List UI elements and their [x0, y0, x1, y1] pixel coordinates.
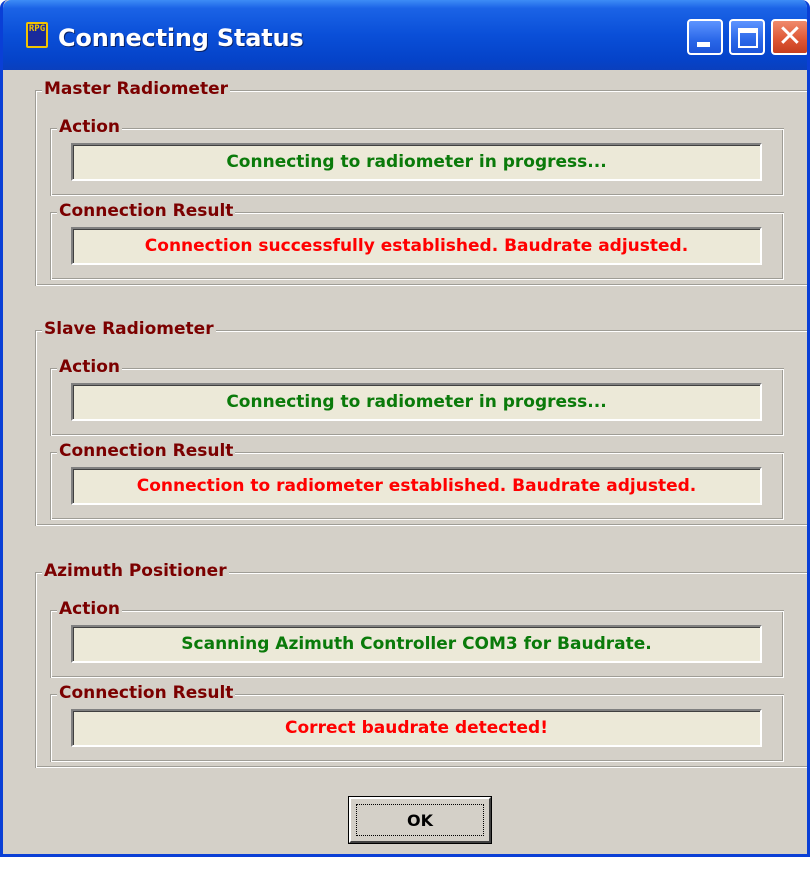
group-azimuth-positioner: Azimuth Positioner Action Scanning Azimu… [35, 561, 807, 768]
app-icon: RPG [26, 22, 48, 48]
connection-result-group: Connection Result Connection to radiomet… [50, 441, 784, 520]
window-title: Connecting Status [58, 24, 304, 52]
action-label: Action [57, 117, 122, 137]
connection-result-label: Connection Result [57, 441, 236, 461]
action-status-field: Connecting to radiometer in progress... [71, 143, 762, 181]
close-button[interactable]: ✕ [771, 19, 807, 55]
action-label: Action [57, 599, 122, 619]
action-group: Action Connecting to radiometer in progr… [50, 357, 784, 436]
connection-result-field: Connection successfully established. Bau… [71, 227, 762, 265]
action-group: Action Scanning Azimuth Controller COM3 … [50, 599, 784, 678]
action-status-field: Connecting to radiometer in progress... [71, 383, 762, 421]
maximize-button[interactable] [729, 19, 765, 55]
title-bar[interactable]: RPG Connecting Status ✕ [3, 0, 807, 70]
group-label: Azimuth Positioner [42, 561, 229, 581]
maximize-icon [738, 28, 758, 48]
group-label: Master Radiometer [42, 79, 230, 99]
ok-button-label: OK [356, 804, 484, 836]
connection-result-group: Connection Result Correct baudrate detec… [50, 683, 784, 762]
group-master-radiometer: Master Radiometer Action Connecting to r… [35, 79, 807, 286]
app-icon-text: RPG [28, 24, 46, 34]
connection-result-label: Connection Result [57, 683, 236, 703]
group-slave-radiometer: Slave Radiometer Action Connecting to ra… [35, 319, 807, 526]
action-group: Action Connecting to radiometer in progr… [50, 117, 784, 196]
connecting-status-window: RPG Connecting Status ✕ Master Radiomete… [0, 0, 810, 857]
action-label: Action [57, 357, 122, 377]
minimize-icon [697, 42, 710, 47]
connection-result-field: Connection to radiometer established. Ba… [71, 467, 762, 505]
group-label: Slave Radiometer [42, 319, 216, 339]
connection-result-label: Connection Result [57, 201, 236, 221]
action-status-field: Scanning Azimuth Controller COM3 for Bau… [71, 625, 762, 663]
ok-button[interactable]: OK [349, 797, 491, 843]
connection-result-field: Correct baudrate detected! [71, 709, 762, 747]
connection-result-group: Connection Result Connection successfull… [50, 201, 784, 280]
minimize-button[interactable] [687, 19, 723, 55]
close-icon: ✕ [777, 19, 803, 54]
